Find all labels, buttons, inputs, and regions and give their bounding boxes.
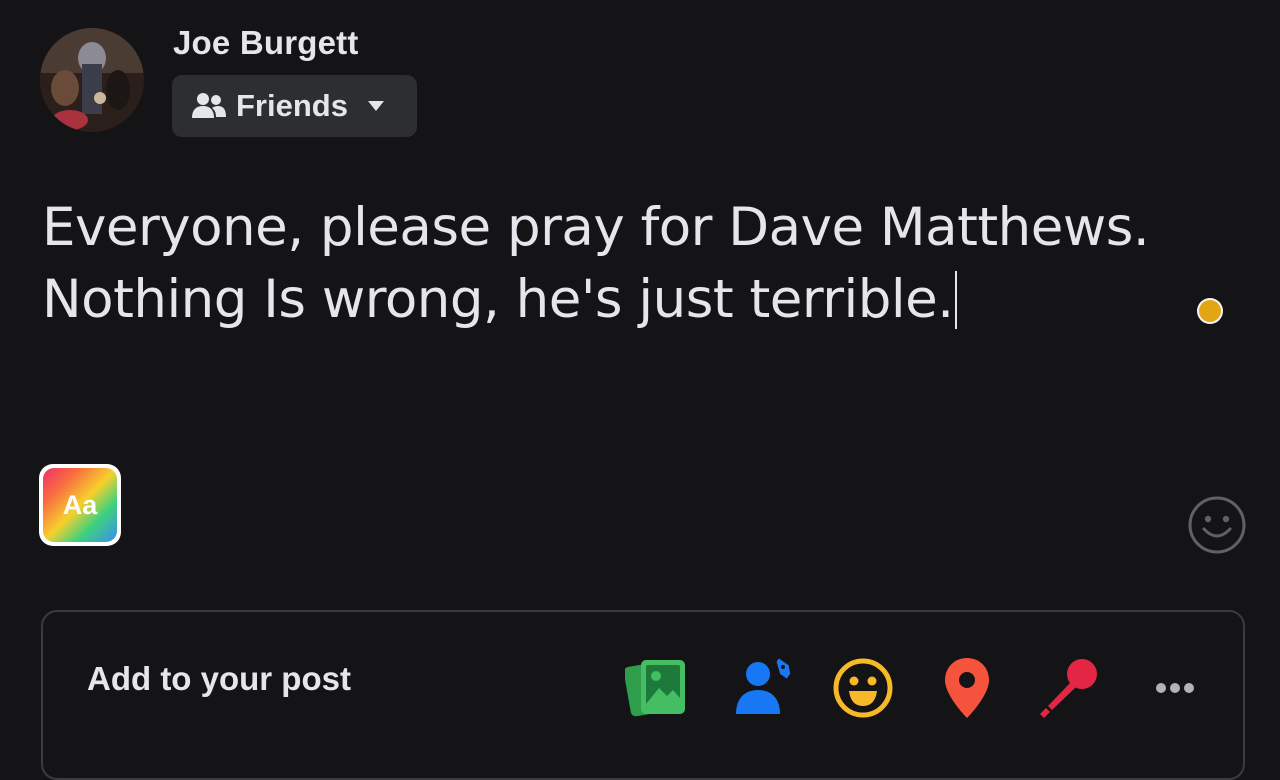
more-dots-icon <box>1156 683 1194 693</box>
audience-selector-button[interactable]: Friends <box>172 75 417 137</box>
caret-down-icon <box>366 99 386 113</box>
more-options-button[interactable] <box>1143 656 1207 720</box>
post-text-line-last: Nothing Is wrong, he's just terrible. <box>42 264 1182 336</box>
emoji-picker-button[interactable] <box>1187 495 1247 555</box>
add-to-post-label: Add to your post <box>87 660 351 697</box>
text-background-button[interactable]: Aa <box>39 464 121 546</box>
post-text-line: Everyone, please pray for Dave Matthews. <box>42 197 1150 258</box>
text-style-label: Aa <box>43 468 117 542</box>
check-in-button[interactable] <box>935 656 999 720</box>
status-dot <box>1199 300 1221 322</box>
microphone-icon <box>1040 659 1097 718</box>
avatar[interactable] <box>40 28 144 132</box>
post-text-input[interactable]: Everyone, please pray for Dave Matthews.… <box>42 192 1182 336</box>
location-pin-icon <box>945 658 989 718</box>
tag-people-icon <box>736 658 791 714</box>
friends-icon <box>192 91 226 121</box>
feeling-icon <box>833 658 893 718</box>
photo-icon <box>625 660 685 717</box>
audience-label: Friends <box>236 88 348 123</box>
author-name: Joe Burgett <box>173 24 359 61</box>
text-cursor <box>954 271 957 329</box>
photo-video-button[interactable] <box>625 656 689 720</box>
feeling-activity-button[interactable] <box>831 656 895 720</box>
post-text-line-2: Nothing Is wrong, he's just terrible. <box>42 269 954 330</box>
smiley-icon <box>1188 496 1246 554</box>
tag-people-button[interactable] <box>732 656 796 720</box>
profile-photo-icon <box>40 28 144 132</box>
add-to-post-panel: Add to your post <box>41 610 1245 780</box>
live-audio-button[interactable] <box>1038 656 1102 720</box>
